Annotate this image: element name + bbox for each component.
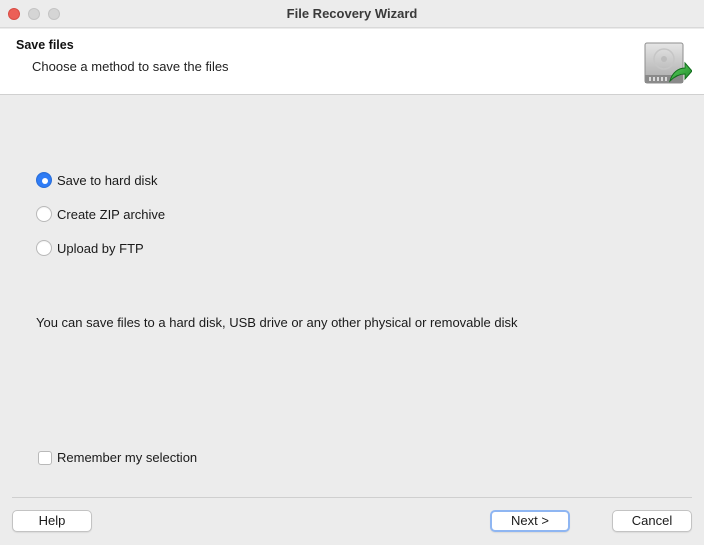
wizard-header: Save files Choose a method to save the f… bbox=[0, 29, 704, 95]
create-zip-archive-label: Create ZIP archive bbox=[57, 206, 166, 222]
step-title: Save files bbox=[16, 38, 74, 52]
option-create-zip-archive[interactable]: Create ZIP archive bbox=[36, 204, 276, 224]
step-subtitle: Choose a method to save the files bbox=[32, 59, 229, 74]
option-save-to-hard-disk[interactable]: Save to hard disk bbox=[36, 170, 276, 190]
file-recovery-wizard-window: File Recovery Wizard Save files Choose a… bbox=[0, 0, 704, 545]
hard-drive-save-icon bbox=[644, 42, 692, 84]
title-bar: File Recovery Wizard bbox=[0, 0, 704, 28]
option-upload-by-ftp[interactable]: Upload by FTP bbox=[36, 238, 276, 258]
create-zip-archive-radio[interactable] bbox=[36, 206, 52, 222]
next-button[interactable]: Next > bbox=[490, 510, 570, 532]
remember-selection-checkbox[interactable] bbox=[38, 450, 52, 465]
save-to-hard-disk-radio[interactable] bbox=[36, 172, 52, 188]
cancel-button[interactable]: Cancel bbox=[612, 510, 692, 532]
upload-by-ftp-radio[interactable] bbox=[36, 240, 52, 256]
window-title: File Recovery Wizard bbox=[286, 6, 418, 21]
upload-by-ftp-label: Upload by FTP bbox=[57, 240, 144, 256]
remember-selection-option[interactable]: Remember my selection bbox=[38, 450, 197, 465]
save-to-hard-disk-label: Save to hard disk bbox=[57, 172, 158, 188]
method-description: You can save files to a hard disk, USB d… bbox=[36, 315, 518, 330]
footer-divider bbox=[12, 497, 692, 498]
remember-selection-label: Remember my selection bbox=[57, 450, 198, 465]
help-button[interactable]: Help bbox=[12, 510, 92, 532]
